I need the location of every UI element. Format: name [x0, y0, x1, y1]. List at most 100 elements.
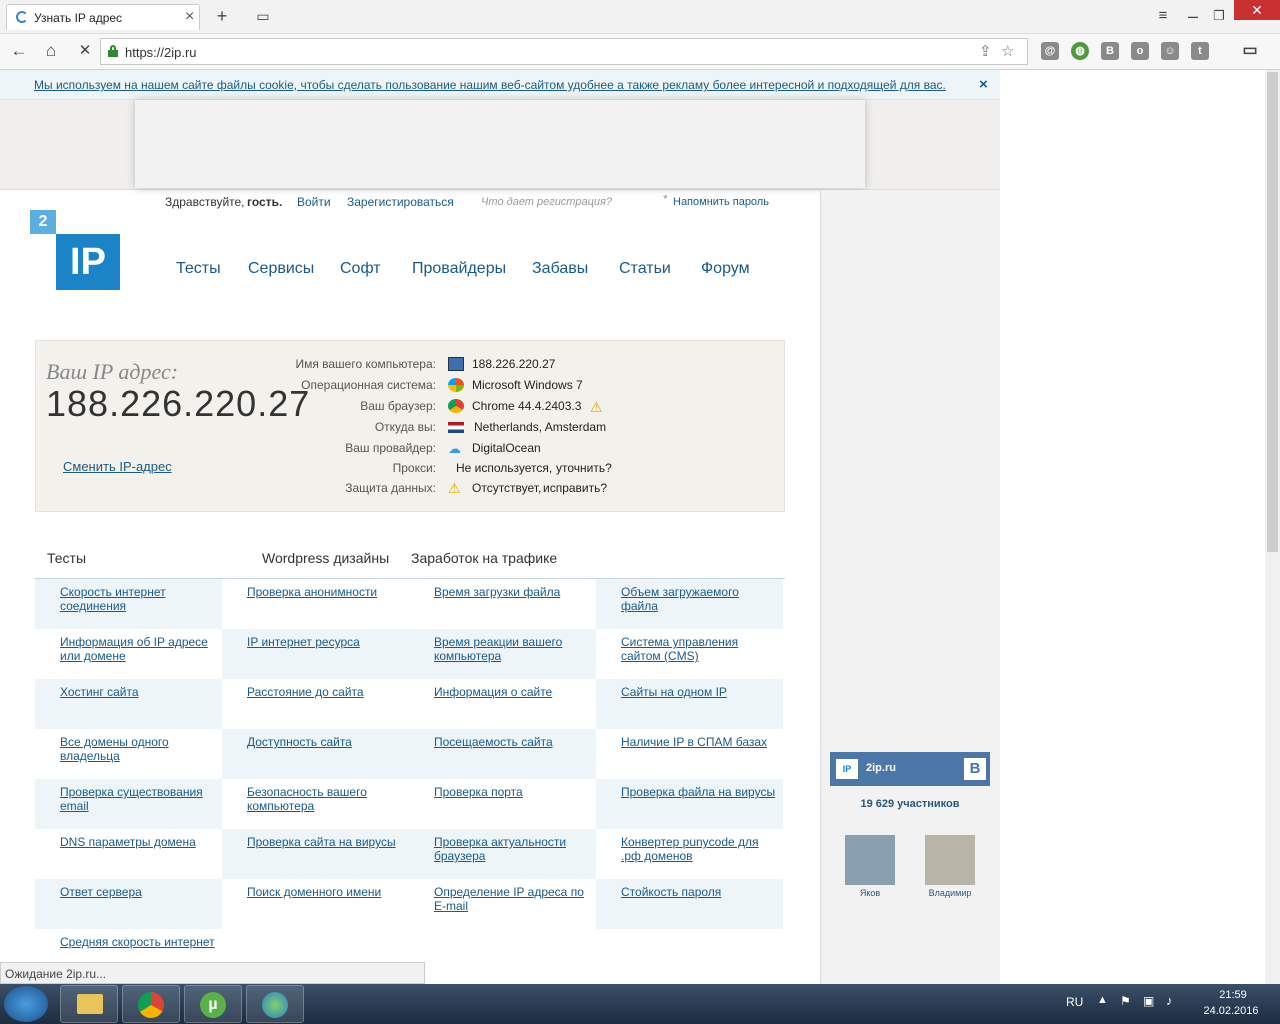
- test-link[interactable]: Ответ сервера: [60, 885, 218, 899]
- test-link[interactable]: Поиск доменного имени: [247, 885, 405, 899]
- browser-tab[interactable]: Узнать IP адрес ×: [6, 4, 200, 30]
- menu-icon[interactable]: ≡: [1152, 6, 1174, 26]
- test-link[interactable]: Расстояние до сайта: [247, 685, 405, 699]
- login-link[interactable]: Войти: [297, 195, 331, 209]
- test-link[interactable]: Проверка файла на вирусы: [621, 785, 779, 799]
- vertical-scrollbar[interactable]: [1265, 70, 1280, 984]
- register-link[interactable]: Зарегистироваться: [347, 195, 454, 209]
- location-link[interactable]: Netherlands, Amsterdam: [474, 420, 606, 434]
- twitter-extension-icon[interactable]: t: [1191, 42, 1209, 60]
- volume-icon[interactable]: ♪: [1166, 993, 1173, 1008]
- mail-extension-icon[interactable]: @: [1041, 42, 1059, 60]
- provider-link[interactable]: DigitalOcean: [472, 441, 541, 455]
- avatar[interactable]: [845, 835, 895, 885]
- warning-icon: ⚠: [448, 480, 461, 496]
- menu-tests[interactable]: Тесты: [176, 260, 221, 278]
- globe-taskbar-icon[interactable]: [246, 985, 304, 1023]
- test-link[interactable]: IP интернет ресурса: [247, 635, 405, 649]
- test-link[interactable]: Скорость интернет соединения: [60, 585, 218, 613]
- test-link[interactable]: Посещаемость сайта: [434, 735, 592, 749]
- new-tab-button[interactable]: +: [211, 6, 233, 26]
- protection-fix-link[interactable]: исправить?: [543, 481, 607, 495]
- test-link[interactable]: Сайты на одном IP: [621, 685, 779, 699]
- scrollbar-thumb[interactable]: [1267, 72, 1278, 552]
- explorer-taskbar-icon[interactable]: [60, 985, 118, 1023]
- back-button[interactable]: ←: [8, 41, 30, 61]
- menu-soft[interactable]: Софт: [340, 260, 381, 278]
- navigation-toolbar: ← ⌂ ✕ https://2ip.ru ⇪ ☆ @ ◍ В о ☺ t ▭: [0, 34, 1280, 70]
- ip-info-box: Ваш IP адрес: 188.226.220.27 Сменить IP-…: [35, 340, 785, 512]
- chat-icon[interactable]: ▭: [1241, 42, 1259, 60]
- test-link[interactable]: Объем загружаемого файла: [621, 585, 779, 613]
- close-tab-icon[interactable]: ×: [185, 8, 194, 26]
- info-key: Имя вашего компьютера:: [295, 357, 436, 371]
- test-link[interactable]: Система управления сайтом (CMS): [621, 635, 779, 663]
- menu-fun[interactable]: Забавы: [532, 260, 588, 278]
- ok-extension-icon[interactable]: о: [1131, 42, 1149, 60]
- menu-services[interactable]: Сервисы: [248, 260, 314, 278]
- test-link[interactable]: Проверка сайта на вирусы: [247, 835, 405, 849]
- test-link[interactable]: Проверка существования email: [60, 785, 218, 813]
- test-link[interactable]: DNS параметры домена: [60, 835, 218, 849]
- menu-providers[interactable]: Провайдеры: [412, 260, 506, 278]
- network-icon[interactable]: ▣: [1143, 994, 1154, 1008]
- test-link[interactable]: Наличие IP в СПАМ базах: [621, 735, 779, 749]
- list-item: Сайты на одном IP: [596, 679, 783, 729]
- test-link[interactable]: Проверка актуальности браузера: [434, 835, 592, 863]
- site-logo[interactable]: 2 IP: [30, 210, 122, 292]
- language-indicator[interactable]: RU: [1066, 995, 1083, 1009]
- reg-info-link[interactable]: Что дает регистрация?: [481, 196, 612, 208]
- close-cookie-icon[interactable]: ×: [979, 76, 988, 93]
- tray-expand-icon[interactable]: ▲: [1097, 994, 1108, 1006]
- section-traffic[interactable]: Заработок на трафике: [411, 550, 557, 566]
- tab-overview-button[interactable]: ▭: [252, 6, 274, 26]
- test-link[interactable]: Время реакции вашего компьютера: [434, 635, 592, 663]
- remind-password-link[interactable]: Напомнить пароль: [673, 196, 769, 208]
- proxy-check-link[interactable]: уточнить?: [556, 461, 612, 475]
- vk-extension-icon[interactable]: В: [1101, 42, 1119, 60]
- stop-button[interactable]: ✕: [74, 41, 96, 61]
- test-link[interactable]: Средняя скорость интернет: [60, 935, 218, 949]
- member-name[interactable]: Яков: [840, 888, 900, 898]
- flag-tray-icon[interactable]: ⚑: [1120, 994, 1131, 1008]
- bookmark-star-icon[interactable]: ☆: [1001, 42, 1014, 60]
- info-row-proxy: Прокси: Не используется, уточнить?: [236, 461, 776, 481]
- test-link[interactable]: Время загрузки файла: [434, 585, 592, 599]
- test-link[interactable]: Определение IP адреса по E-mail: [434, 885, 592, 913]
- test-link[interactable]: Все домены одного владельца: [60, 735, 218, 763]
- address-bar[interactable]: https://2ip.ru ⇪ ☆: [100, 38, 1028, 65]
- utorrent-taskbar-icon[interactable]: µ: [184, 985, 242, 1023]
- test-link[interactable]: Конвертер punycode для .рф доменов: [621, 835, 779, 863]
- member-name[interactable]: Владимир: [920, 888, 980, 898]
- ad-banner[interactable]: [135, 100, 865, 188]
- vk-widget-header[interactable]: IP 2ip.ru B: [830, 752, 990, 786]
- close-window-button[interactable]: ✕: [1234, 0, 1280, 20]
- avatar[interactable]: [925, 835, 975, 885]
- section-wordpress[interactable]: Wordpress дизайны: [262, 550, 389, 566]
- test-link[interactable]: Проверка порта: [434, 785, 592, 799]
- section-tests[interactable]: Тесты: [47, 550, 86, 566]
- globe-extension-icon[interactable]: ◍: [1071, 42, 1089, 60]
- home-button[interactable]: ⌂: [40, 41, 62, 61]
- clock-date[interactable]: 24.02.2016: [1196, 1005, 1266, 1017]
- menu-forum[interactable]: Форум: [701, 260, 750, 278]
- chrome-taskbar-icon[interactable]: [122, 985, 180, 1023]
- change-ip-link[interactable]: Сменить IP-адрес: [63, 459, 172, 474]
- minimize-button[interactable]: –: [1182, 6, 1204, 26]
- test-link[interactable]: Доступность сайта: [247, 735, 405, 749]
- restore-button[interactable]: ❐: [1208, 6, 1230, 26]
- share-icon[interactable]: ⇪: [979, 42, 992, 60]
- menu-articles[interactable]: Статьи: [619, 260, 671, 278]
- test-link[interactable]: Хостинг сайта: [60, 685, 218, 699]
- list-item: Ответ сервера: [35, 879, 222, 929]
- smile-extension-icon[interactable]: ☺: [1161, 42, 1179, 60]
- test-link[interactable]: Информация об IP адресе или домене: [60, 635, 218, 663]
- test-link[interactable]: Стойкость пароля: [621, 885, 779, 899]
- test-link[interactable]: Информация о сайте: [434, 685, 592, 699]
- test-link[interactable]: Проверка анонимности: [247, 585, 405, 599]
- list-item: Информация о сайте: [409, 679, 596, 729]
- clock-time[interactable]: 21:59: [1200, 989, 1266, 1001]
- cookie-text[interactable]: Мы используем на нашем сайте файлы cooki…: [34, 78, 946, 92]
- start-button[interactable]: [4, 986, 48, 1022]
- test-link[interactable]: Безопасность вашего компьютера: [247, 785, 405, 813]
